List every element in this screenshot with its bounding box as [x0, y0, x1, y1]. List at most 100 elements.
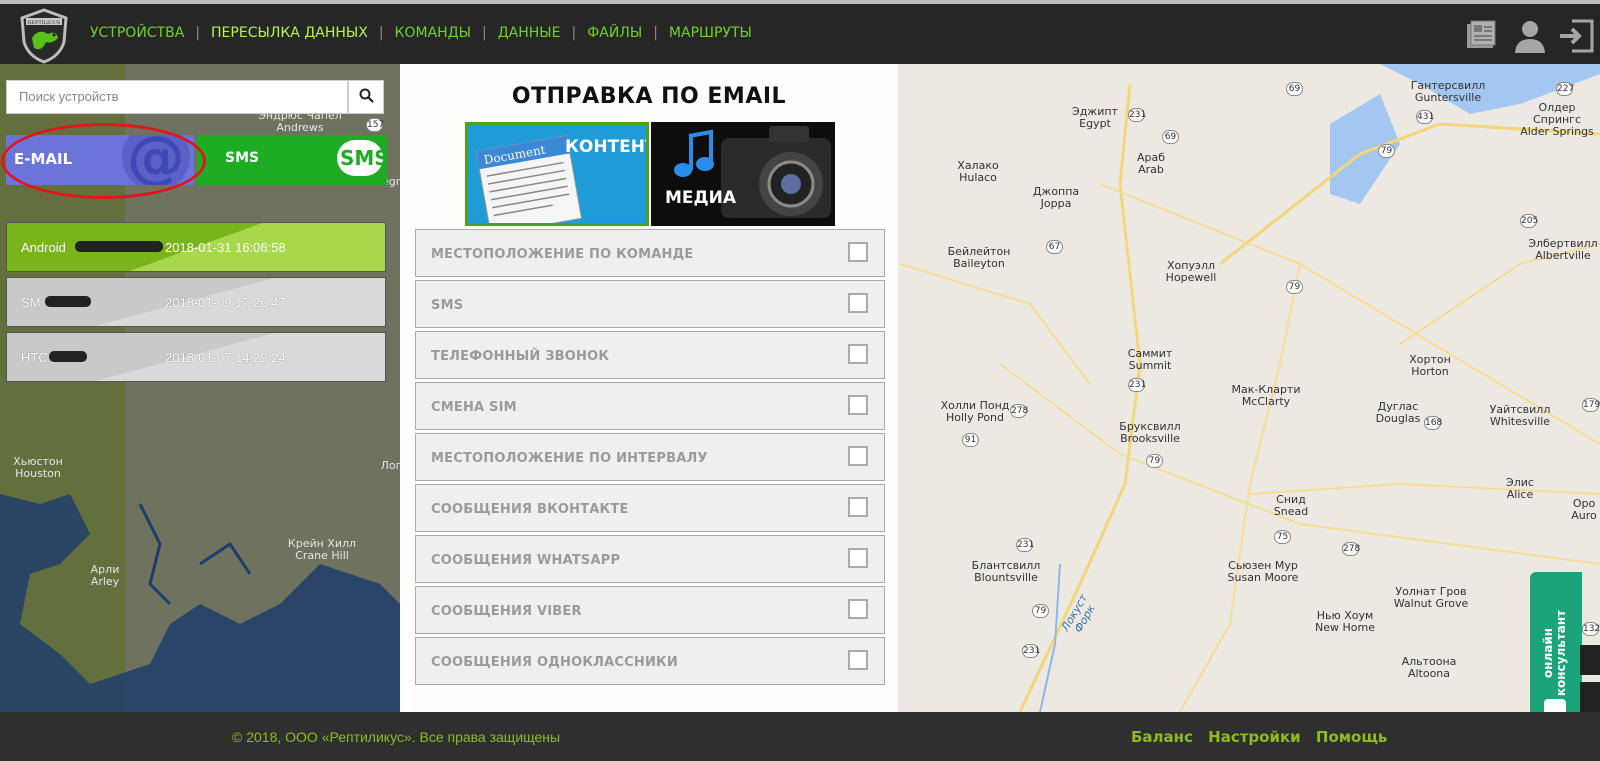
map-label-crane-hill: Крейн Хилл Crane Hill	[287, 537, 357, 562]
content-tile-label: КОНТЕНТ	[565, 137, 649, 157]
device-search-input[interactable]: Поиск устройств	[6, 80, 348, 114]
map-label-brooksville: Бруксвилл Brooksville	[1119, 420, 1181, 445]
map-label-walnut-grove: Уолнат Гров Walnut Grove	[1393, 585, 1469, 610]
option-checkbox[interactable]	[848, 446, 868, 466]
map-label-alice: Элис Alice	[1506, 476, 1534, 501]
reptilicus-logo[interactable]: REPTILICUS	[18, 8, 70, 64]
option-checkbox[interactable]	[848, 293, 868, 313]
option-sms[interactable]: SMS	[415, 280, 885, 328]
side-tab-button[interactable]	[1580, 682, 1600, 712]
device-row[interactable]: Android 2018-01-31 16:06:58	[6, 222, 386, 272]
nav-files[interactable]: ФАЙЛЫ	[587, 25, 642, 41]
device-date: 2018-01-09 17:26:47	[165, 295, 286, 310]
header: REPTILICUS УСТРОЙСТВА | ПЕРЕСЫЛКА ДАННЫХ…	[0, 4, 1600, 64]
option-label: SMS	[431, 298, 464, 313]
option-vkontakte-messages[interactable]: СООБЩЕНИЯ ВКОНТАКТЕ	[415, 484, 885, 532]
svg-text:REPTILICUS: REPTILICUS	[28, 20, 61, 26]
user-icon[interactable]	[1512, 18, 1548, 58]
map-label-holly-pond: Холли Понд Holly Pond	[940, 399, 1010, 424]
map-label-susan-moore: Сьюзен Мур Susan Moore	[1227, 559, 1299, 584]
map-label-douglas: Дуглас Douglas	[1375, 400, 1421, 425]
search-button[interactable]	[348, 80, 384, 114]
route-shield: 79	[1146, 454, 1163, 468]
email-tile-label: E-MAIL	[14, 150, 73, 168]
nav-data-forwarding[interactable]: ПЕРЕСЫЛКА ДАННЫХ	[211, 25, 368, 41]
footer-link-settings[interactable]: Настройки	[1208, 728, 1301, 746]
device-name: Android	[21, 240, 66, 255]
content-tile[interactable]: Document КОНТЕНТ	[465, 122, 649, 226]
option-label: СМЕНА SIM	[431, 400, 517, 415]
nav-devices[interactable]: УСТРОЙСТВА	[90, 25, 184, 41]
option-phone-call[interactable]: ТЕЛЕФОННЫЙ ЗВОНОК	[415, 331, 885, 379]
option-checkbox[interactable]	[848, 548, 868, 568]
option-checkbox[interactable]	[848, 497, 868, 517]
device-row[interactable]: HTC 2018-01-07 14:29:24	[6, 332, 386, 382]
media-tile[interactable]: МЕДИА	[651, 122, 835, 226]
option-viber-messages[interactable]: СООБЩЕНИЯ VIBER	[415, 586, 885, 634]
route-shield: 79	[1032, 604, 1049, 618]
map-label-egypt: Эджипт Egypt	[1072, 105, 1118, 130]
option-label: СООБЩЕНИЯ ОДНОКЛАССНИКИ	[431, 655, 678, 670]
option-checkbox[interactable]	[848, 599, 868, 619]
nav-data[interactable]: ДАННЫЕ	[498, 25, 561, 41]
map-label-baileyton: Бейлейтон Baileyton	[947, 245, 1011, 270]
map-label-whitesville: Уайтсвилл Whitesville	[1489, 403, 1551, 428]
route-shield: 231	[1022, 644, 1041, 658]
map-label-arab: Араб Arab	[1136, 151, 1166, 176]
side-tab-button[interactable]	[1580, 645, 1600, 675]
news-icon[interactable]	[1464, 18, 1498, 56]
camera-music-icon	[651, 122, 835, 226]
map-label-guntersville: Гантерсвилл Guntersville	[1410, 79, 1486, 104]
route-shield: 227	[1556, 82, 1575, 96]
option-label: СООБЩЕНИЯ ВКОНТАКТЕ	[431, 502, 629, 517]
nav-routes[interactable]: МАРШРУТЫ	[669, 25, 752, 41]
map-label-altoona: Альтоона Altoona	[1401, 655, 1457, 680]
route-shield: 431	[1416, 110, 1435, 124]
map-label-mcclarty: Мак-Кларти McClarty	[1231, 383, 1301, 408]
device-name: HTC	[21, 350, 48, 365]
option-checkbox[interactable]	[848, 650, 868, 670]
map-label-alder-springs: Олдер Спрингс Alder Springs	[1520, 101, 1594, 138]
nav-commands[interactable]: КОМАНДЫ	[395, 25, 471, 41]
option-location-by-interval[interactable]: МЕСТОПОЛОЖЕНИЕ ПО ИНТЕРВАЛУ	[415, 433, 885, 481]
option-whatsapp-messages[interactable]: СООБЩЕНИЯ WHATSAPP	[415, 535, 885, 583]
map-label-blountsville: Блантсвилл Blountsville	[971, 559, 1041, 584]
map-label-auro: Оро Auro	[1571, 497, 1597, 522]
nav-separator: |	[653, 25, 658, 41]
nav-separator: |	[571, 25, 577, 41]
route-shield: 132	[1582, 622, 1600, 636]
option-label: ТЕЛЕФОННЫЙ ЗВОНОК	[431, 349, 610, 364]
map-label-hopewell: Хопуэлл Hopewell	[1165, 259, 1217, 284]
option-sim-change[interactable]: СМЕНА SIM	[415, 382, 885, 430]
nav-separator: |	[378, 25, 384, 41]
sms-bubble-icon: SMS	[337, 140, 387, 176]
route-shield: 205	[1520, 214, 1539, 228]
map-label-summit: Саммит Summit	[1127, 347, 1173, 372]
option-label: СООБЩЕНИЯ WHATSAPP	[431, 553, 621, 568]
redacted-text	[75, 241, 163, 252]
route-shield: 278	[1342, 542, 1361, 556]
search-icon	[359, 88, 374, 107]
route-shield: 79	[1378, 144, 1395, 158]
route-shield: 75	[1274, 530, 1291, 544]
option-checkbox[interactable]	[848, 242, 868, 262]
email-tile[interactable]: @ E-MAIL	[6, 135, 194, 185]
logout-icon[interactable]	[1558, 18, 1596, 58]
option-checkbox[interactable]	[848, 344, 868, 364]
device-name: SM	[21, 295, 41, 310]
footer-link-help[interactable]: Помощь	[1316, 728, 1388, 746]
map-label-joppa: Джоппа Joppa	[1032, 185, 1080, 210]
option-odnoklassniki-messages[interactable]: СООБЩЕНИЯ ОДНОКЛАССНИКИ	[415, 637, 885, 685]
device-date: 2018-01-31 16:06:58	[165, 240, 286, 255]
device-row[interactable]: SM 2018-01-09 17:26:47	[6, 277, 386, 327]
footer-link-balance[interactable]: Баланс	[1131, 728, 1193, 746]
footer: © 2018, ООО «Рептиликус». Все права защи…	[0, 712, 1600, 761]
route-shield: 168	[1424, 416, 1443, 430]
option-checkbox[interactable]	[848, 395, 868, 415]
option-location-by-command[interactable]: МЕСТОПОЛОЖЕНИЕ ПО КОМАНДЕ	[415, 229, 885, 277]
sms-tile-label: SMS	[225, 150, 260, 166]
option-label: МЕСТОПОЛОЖЕНИЕ ПО ИНТЕРВАЛУ	[431, 451, 708, 466]
sms-tile[interactable]: SMS SMS	[197, 135, 387, 185]
map-label-houston: Хьюстон Houston	[13, 455, 63, 480]
redacted-text	[45, 296, 91, 307]
